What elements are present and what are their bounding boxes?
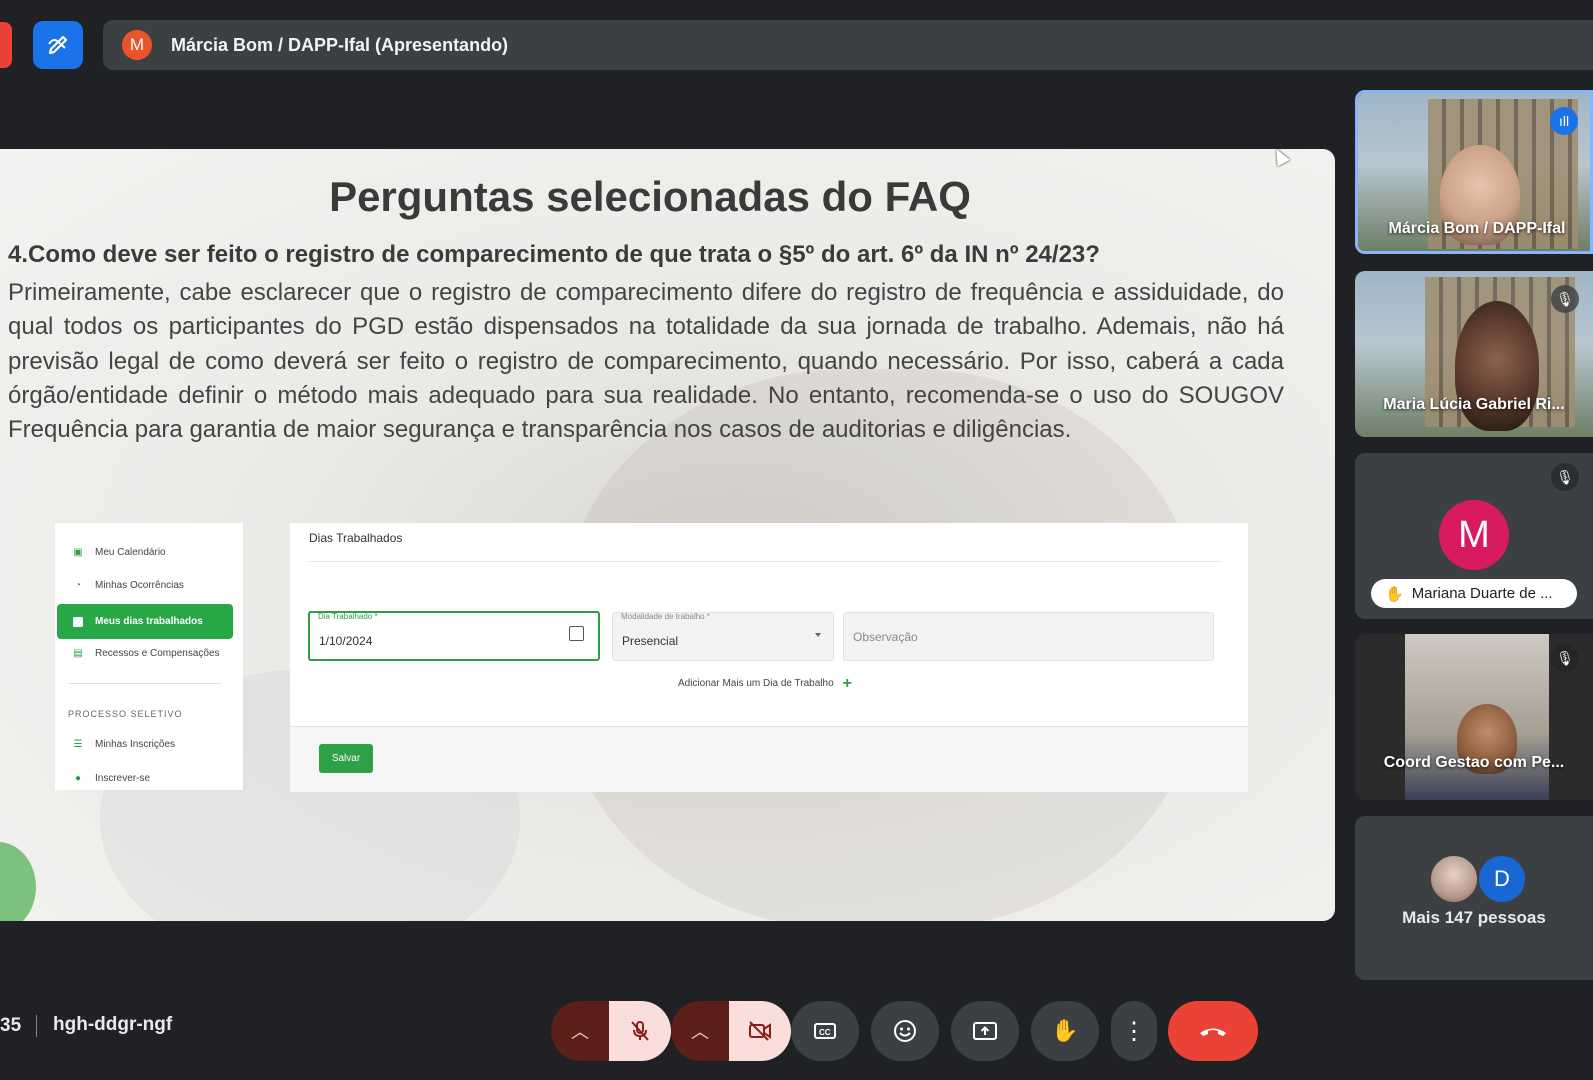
raised-hand-badge: ✋ Mariana Duarte de ... [1371,579,1577,608]
embedded-sidebar-item: ☰ Minhas Inscrições [73,738,176,750]
embedded-sidebar-item: ▤ Recessos e Compensações [73,647,220,659]
dropdown-arrow-icon [815,633,821,637]
slide-question: 4.Como deve ser feito o registro de comp… [8,241,1100,268]
hand-icon: ✋ [1051,1018,1079,1043]
participant-tile[interactable]: 🎙 Coord Gestao com Pe... [1355,634,1593,800]
participant-avatar: M [1439,500,1509,570]
microphone-controls: ︿ [551,1001,671,1061]
mic-off-icon [631,1021,649,1041]
embedded-sidebar-divider [69,683,221,684]
microphone-toggle-button[interactable] [609,1001,671,1061]
captions-button[interactable]: CC [791,1001,859,1061]
participant-name: Márcia Bom / DAPP-Ifal [1388,220,1566,237]
more-participants-tile[interactable]: D Mais 147 pessoas [1355,816,1593,980]
raise-hand-button[interactable]: ✋ [1031,1001,1099,1061]
participant-avatar: D [1477,854,1527,904]
meeting-time: 35 [0,1015,22,1036]
embedded-add-day-link: Adicionar Mais um Dia de Trabalho + [678,674,852,692]
meeting-code: hgh-ddgr-ngf [53,1014,173,1035]
shared-presentation: Perguntas selecionadas do FAQ 4.Como dev… [0,149,1335,921]
top-left-edge-button[interactable] [0,22,12,68]
calendar-icon [73,616,83,627]
list-icon: ☰ [73,738,83,750]
more-participants-label: Mais 147 pessoas [1402,908,1546,927]
raised-hand-icon: ✋ [1385,585,1404,603]
embedded-date-field: Dia Trabalhado * 1/10/2024 [308,611,600,661]
annotate-button[interactable] [33,21,83,69]
meeting-separator [36,1015,37,1037]
present-screen-button[interactable] [951,1001,1019,1061]
embedded-footer: Salvar [290,726,1248,792]
camera-off-icon [749,1021,771,1041]
chevron-up-icon: ︿ [571,1022,589,1042]
embedded-sidebar-item: ◔ Minhas Ocorrências [74,579,184,591]
pen-icon [48,35,68,55]
camera-toggle-button[interactable] [729,1001,791,1061]
present-screen-icon [973,1022,997,1040]
participant-name: Coord Gestao com Pe... [1383,754,1565,771]
presenter-label: Márcia Bom / DAPP-Ifal (Apresentando) [171,34,509,55]
plus-icon: + [842,674,852,692]
decorative-green-circle [0,842,36,921]
mic-off-icon: 🎙 [1551,463,1579,491]
embedded-sidebar: ▣ Meu Calendário ◔ Minhas Ocorrências Me… [55,523,243,790]
mic-off-icon: 🎙 [1551,285,1579,313]
embedded-sidebar-item-active: Meus dias trabalhados [57,604,233,639]
check-circle-icon: ● [74,772,82,784]
embedded-divider [309,561,1221,562]
closed-captions-icon: CC [814,1023,836,1039]
participant-tile-presenter[interactable]: ıll Márcia Bom / DAPP-Ifal [1355,90,1593,254]
participant-name: Maria Lúcia Gabriel Ri... [1383,396,1565,413]
reactions-button[interactable] [871,1001,939,1061]
chevron-up-icon: ︿ [691,1022,709,1042]
embedded-save-button: Salvar [319,744,373,773]
embedded-sidebar-section: PROCESSO SELETIVO [68,709,183,719]
svg-text:CC: CC [819,1028,831,1037]
lock-icon: ▤ [73,647,83,659]
embedded-heading: Dias Trabalhados [309,531,403,545]
speaking-icon: ıll [1550,107,1578,135]
embedded-mode-select: Modalidade de trabalho * Presencial [612,612,834,661]
end-call-icon [1200,1028,1226,1036]
presenter-banner: M Márcia Bom / DAPP-Ifal (Apresentando) [103,20,1593,70]
more-participants-avatars: D [1429,854,1527,904]
mic-off-icon: 🎙 [1551,644,1579,672]
participant-avatar [1429,854,1479,904]
video-settings-button[interactable]: ︿ [671,1001,729,1061]
participant-name: Mariana Duarte de ... [1411,585,1553,602]
more-vert-icon: ⋮ [1122,1017,1146,1045]
embedded-observation-field: Observação [843,612,1214,661]
emoji-icon [894,1020,916,1042]
audio-settings-button[interactable]: ︿ [551,1001,609,1061]
embedded-sidebar-item: ▣ Meu Calendário [73,546,166,558]
clock-icon: ◔ [74,579,82,591]
leave-call-button[interactable] [1168,1001,1258,1061]
slide-title: Perguntas selecionadas do FAQ [329,173,971,220]
participant-tile[interactable]: 🎙 Maria Lúcia Gabriel Ri... [1355,271,1593,437]
embedded-form: Dias Trabalhados Dia Trabalhado * 1/10/2… [290,523,1248,792]
slide-answer: Primeiramente, cabe esclarecer que o reg… [8,279,1284,444]
presenter-avatar: M [122,30,152,60]
more-options-button[interactable]: ⋮ [1111,1001,1157,1061]
camera-controls: ︿ [671,1001,791,1061]
participant-tile[interactable]: 🎙 M ✋ Mariana Duarte de ... [1355,453,1593,619]
embedded-sidebar-item: ● Inscrever-se [74,772,151,784]
calendar-icon: ▣ [73,546,83,558]
calendar-icon [569,626,584,641]
